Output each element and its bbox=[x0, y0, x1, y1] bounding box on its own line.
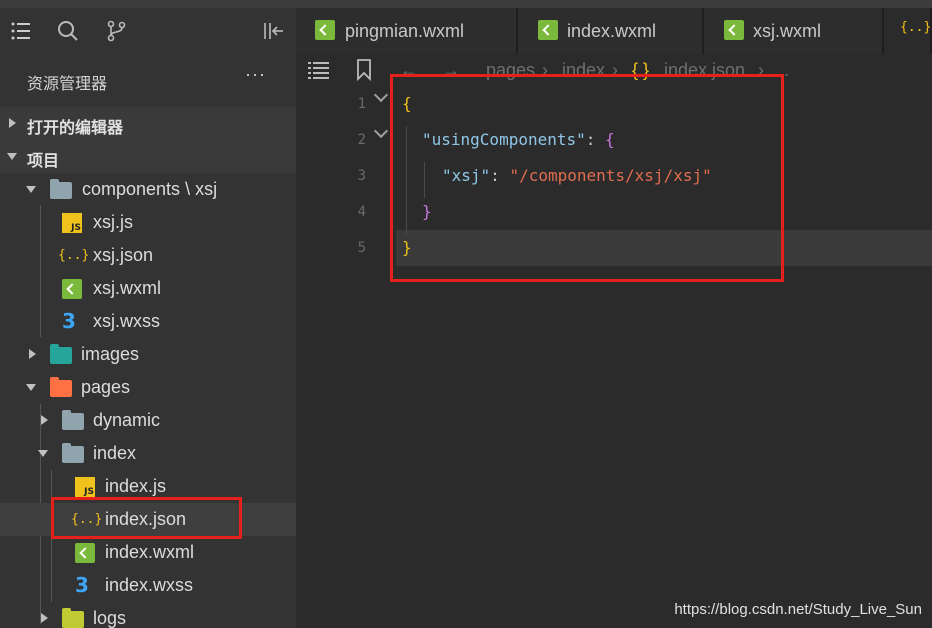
section-open-editors[interactable]: 打开的编辑器 bbox=[0, 107, 296, 140]
wxss-file-icon: 3 bbox=[75, 573, 89, 597]
section-label: 项目 bbox=[27, 153, 60, 170]
source-control-icon[interactable] bbox=[106, 20, 128, 42]
caret-down-icon bbox=[38, 450, 48, 457]
tab-label: xsj.wxml bbox=[753, 21, 821, 41]
tree-label: index.wxss bbox=[105, 575, 194, 595]
caret-down-icon bbox=[26, 384, 36, 391]
folder-images-icon bbox=[50, 344, 72, 364]
section-project[interactable]: 项目 bbox=[0, 140, 296, 173]
wxml-file-icon bbox=[315, 20, 335, 40]
tree-label: index.js bbox=[105, 476, 167, 496]
tab-xsj-wxml[interactable]: xsj.wxml bbox=[704, 8, 884, 54]
caret-right-icon bbox=[41, 613, 48, 623]
tree-label: xsj.json bbox=[93, 245, 154, 265]
fold-chevron-icon[interactable] bbox=[373, 123, 389, 139]
tree-folder-logs[interactable]: logs bbox=[0, 602, 296, 628]
editor-tab-bar: pingmian.wxml index.wxml xsj.wxml {..} bbox=[296, 8, 932, 54]
caret-down-icon bbox=[7, 153, 17, 160]
tree-folder-dynamic[interactable]: dynamic bbox=[0, 404, 296, 437]
tree-label: index.wxml bbox=[105, 542, 195, 562]
caret-right-icon bbox=[29, 349, 36, 359]
search-icon[interactable] bbox=[57, 20, 79, 42]
folder-open-icon bbox=[62, 443, 84, 463]
highlight-box-code bbox=[390, 74, 784, 282]
tree-label: logs bbox=[93, 608, 127, 628]
js-file-icon: JS bbox=[62, 213, 82, 233]
explorer-header: 资源管理器 ··· bbox=[0, 54, 296, 106]
folder-icon bbox=[62, 410, 84, 430]
sidebar-toolbar bbox=[0, 8, 296, 54]
wxss-file-icon: 3 bbox=[62, 309, 76, 333]
tree-label: xsj.wxss bbox=[93, 311, 160, 331]
caret-right-icon bbox=[9, 118, 16, 128]
tree-label: pages bbox=[81, 377, 131, 397]
tree-label: dynamic bbox=[93, 410, 161, 430]
explorer-title: 资源管理器 bbox=[27, 76, 108, 93]
line-number: 1 bbox=[357, 96, 366, 112]
collapse-sidebar-icon[interactable] bbox=[262, 20, 284, 42]
tree-file-index-wxss[interactable]: 3 index.wxss bbox=[0, 569, 296, 602]
caret-down-icon bbox=[26, 186, 36, 193]
list-menu-icon[interactable] bbox=[10, 20, 32, 42]
tab-label: index.wxml bbox=[567, 21, 657, 41]
folder-pages-icon bbox=[50, 377, 72, 397]
tree-folder-images[interactable]: images bbox=[0, 338, 296, 371]
window-top-strip bbox=[0, 0, 932, 8]
wxml-file-icon bbox=[724, 20, 744, 40]
bookmark-icon[interactable] bbox=[356, 59, 372, 81]
caret-right-icon bbox=[41, 415, 48, 425]
fold-chevron-icon[interactable] bbox=[373, 87, 389, 103]
line-number: 4 bbox=[357, 204, 366, 220]
line-number: 3 bbox=[357, 168, 366, 184]
js-file-icon: JS bbox=[75, 477, 95, 497]
tree-label: images bbox=[81, 344, 140, 364]
tab-label: pingmian.wxml bbox=[345, 21, 465, 41]
tab-index-json-active[interactable]: {..} bbox=[884, 8, 932, 54]
tree-file-xsj-json[interactable]: {..} xsj.json bbox=[0, 239, 296, 272]
sidebar: 资源管理器 ··· 打开的编辑器 项目 components \ xsj JS … bbox=[0, 8, 296, 628]
json-file-icon: {..} bbox=[58, 248, 90, 263]
json-file-icon: {..} bbox=[900, 20, 932, 35]
tab-pingmian-wxml[interactable]: pingmian.wxml bbox=[296, 8, 518, 54]
folder-open-icon bbox=[50, 179, 72, 199]
tree-folder-index[interactable]: index bbox=[0, 437, 296, 470]
tree-file-xsj-js[interactable]: JS xsj.js bbox=[0, 206, 296, 239]
section-label: 打开的编辑器 bbox=[27, 120, 124, 137]
tree-label: components \ xsj bbox=[82, 179, 218, 199]
watermark: https://blog.csdn.net/Study_Live_Sun bbox=[674, 601, 922, 618]
line-number: 2 bbox=[357, 132, 366, 148]
folder-logs-icon bbox=[62, 608, 84, 628]
tree-label: xsj.js bbox=[93, 212, 133, 232]
tree-file-xsj-wxml[interactable]: xsj.wxml bbox=[0, 272, 296, 305]
outline-list-icon[interactable] bbox=[308, 60, 330, 80]
tree-label: index bbox=[93, 443, 137, 463]
tree-folder-pages[interactable]: pages bbox=[0, 371, 296, 404]
tree-folder-components[interactable]: components \ xsj bbox=[0, 173, 296, 206]
wxml-file-icon bbox=[75, 543, 95, 563]
code-editor[interactable]: ← → pages › index › { } index.json › ...… bbox=[296, 54, 932, 628]
wxml-file-icon bbox=[62, 279, 82, 299]
highlight-box-selected-file bbox=[51, 497, 242, 539]
tree-file-index-wxml[interactable]: index.wxml bbox=[0, 536, 296, 569]
more-actions-button[interactable]: ··· bbox=[245, 64, 266, 85]
wxml-file-icon bbox=[538, 20, 558, 40]
line-number: 5 bbox=[357, 240, 366, 256]
tree-file-xsj-wxss[interactable]: 3 xsj.wxss bbox=[0, 305, 296, 338]
tab-index-wxml[interactable]: index.wxml bbox=[518, 8, 704, 54]
tree-label: xsj.wxml bbox=[93, 278, 161, 298]
